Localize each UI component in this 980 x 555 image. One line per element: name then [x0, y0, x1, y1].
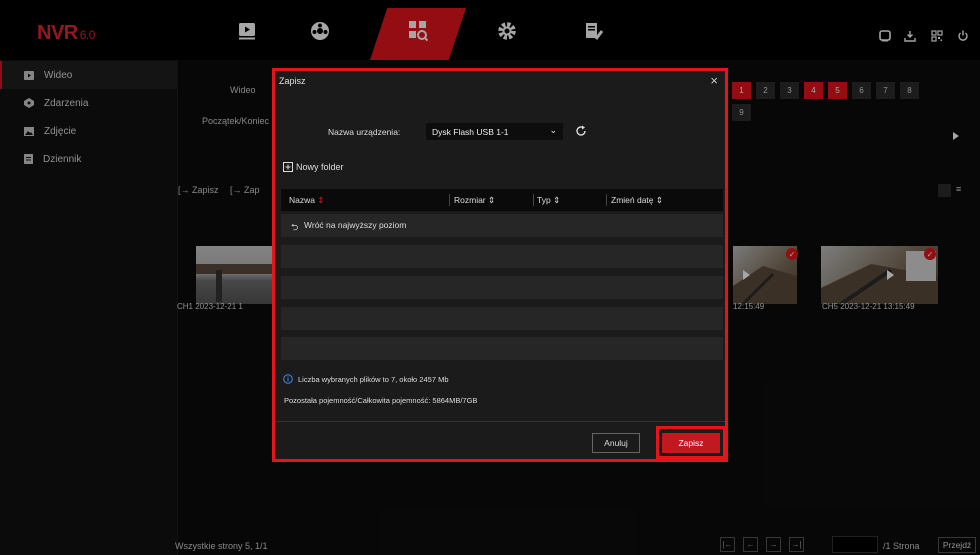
column-size[interactable]: Rozmiar ⇕	[454, 195, 495, 206]
table-row[interactable]: ⮌ Wróć na najwyższy poziom	[281, 214, 723, 237]
table-row[interactable]	[281, 245, 723, 268]
divider	[275, 421, 725, 422]
new-folder-icon	[283, 162, 293, 172]
table-row[interactable]	[281, 276, 723, 299]
back-to-top-icon: ⮌	[291, 222, 299, 232]
capacity-info: Pozostała pojemność/Całkowita pojemność:…	[284, 396, 478, 405]
device-label: Nazwa urządzenia:	[328, 127, 401, 137]
table-row[interactable]	[281, 337, 723, 360]
new-folder-button[interactable]: Nowy folder	[283, 162, 344, 172]
selected-files-info: Liczba wybranych plików to 7, około 2457…	[283, 374, 449, 384]
device-select[interactable]: Dysk Flash USB 1-1 ⌄	[426, 123, 563, 140]
chevron-down-icon: ⌄	[549, 125, 557, 135]
column-type[interactable]: Typ ⇕	[537, 195, 560, 206]
column-separator	[449, 194, 450, 206]
info-icon	[283, 374, 293, 384]
refresh-icon[interactable]	[574, 124, 588, 140]
column-separator	[606, 194, 607, 206]
cancel-button[interactable]: Anuluj	[592, 433, 640, 453]
column-name[interactable]: Nazwa ⇕	[289, 195, 324, 206]
column-separator	[533, 194, 534, 206]
table-row[interactable]	[281, 307, 723, 330]
dialog-title: Zapisz	[279, 76, 306, 86]
save-button[interactable]: Zapisz	[662, 433, 720, 453]
close-icon[interactable]: ×	[710, 73, 718, 88]
file-table-header: Nazwa ⇕ Rozmiar ⇕ Typ ⇕ Zmień datę ⇕	[281, 189, 723, 211]
column-date[interactable]: Zmień datę ⇕	[611, 195, 663, 206]
save-dialog: Zapisz × Nazwa urządzenia: Dysk Flash US…	[272, 68, 728, 462]
